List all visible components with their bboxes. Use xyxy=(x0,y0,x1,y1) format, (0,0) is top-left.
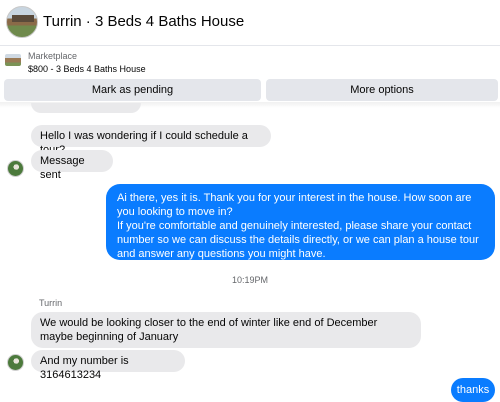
mark-as-pending-button[interactable]: Mark as pending xyxy=(4,79,261,101)
message-text: If you're comfortable and genuinely inte… xyxy=(117,220,479,260)
marketplace-listing[interactable]: Marketplace $800 - 3 Beds 4 Baths House xyxy=(0,46,500,78)
user-avatar-icon[interactable] xyxy=(7,160,24,177)
message-bubble-incoming: Message sent xyxy=(31,150,113,181)
listing-label: Marketplace xyxy=(28,51,78,61)
message-timestamp: 10:19PM xyxy=(231,275,269,285)
chat-title[interactable]: Turrin · 3 Beds 4 Baths House xyxy=(43,13,244,30)
more-options-button[interactable]: More options xyxy=(266,79,498,101)
listing-title: $800 - 3 Beds 4 Baths House xyxy=(28,64,146,74)
message-bubble-outgoing: Ai there, yes it is. Thank you for your … xyxy=(106,184,495,260)
message-bubble-outgoing: thanks xyxy=(451,378,495,402)
message-bubble-incoming: And my number is 3164613234 xyxy=(31,350,185,381)
previous-message-bubble xyxy=(31,103,141,113)
chat-header: Turrin · 3 Beds 4 Baths House xyxy=(0,0,500,46)
user-avatar-icon[interactable] xyxy=(7,354,24,371)
house-avatar-icon[interactable] xyxy=(6,6,38,38)
message-bubble-incoming: Hello I was wondering if I could schedul… xyxy=(31,125,271,156)
house-thumbnail-icon xyxy=(5,54,21,66)
message-text: Ai there, yes it is. Thank you for your … xyxy=(117,192,472,218)
sender-name: Turrin xyxy=(39,298,63,308)
message-bubble-incoming: We would be looking closer to the end of… xyxy=(31,312,421,348)
